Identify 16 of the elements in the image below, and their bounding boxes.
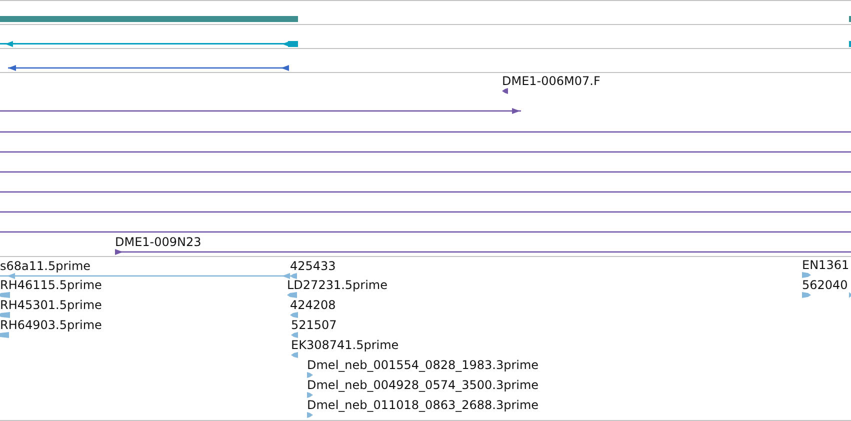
feature-label: Dmel_neb_001554_0828_1983.3prime [307, 358, 539, 372]
feature-label: LD27231.5prime [287, 278, 388, 292]
feature-label: Dmel_neb_004928_0574_3500.3prime [307, 378, 539, 392]
feature-label: 521507 [291, 318, 337, 332]
feature-label: 424208 [290, 298, 336, 312]
feature-label: EN1361 [802, 258, 850, 272]
feature-label: DME1-006M07.F [502, 74, 600, 88]
feature-label: Dmel_neb_011018_0863_2688.3prime [307, 398, 539, 412]
feature-label: RH46115.5prime [0, 278, 102, 292]
feature-label: RH64903.5prime [0, 318, 102, 332]
feature-label: 562040 [802, 278, 848, 292]
feature-label: EK308741.5prime [291, 338, 399, 352]
feature-label: DME1-009N23 [115, 235, 202, 249]
feature-label: 425433 [290, 259, 336, 273]
feature-label: RH45301.5prime [0, 298, 102, 312]
feature-label: s68a11.5prime [0, 259, 91, 273]
